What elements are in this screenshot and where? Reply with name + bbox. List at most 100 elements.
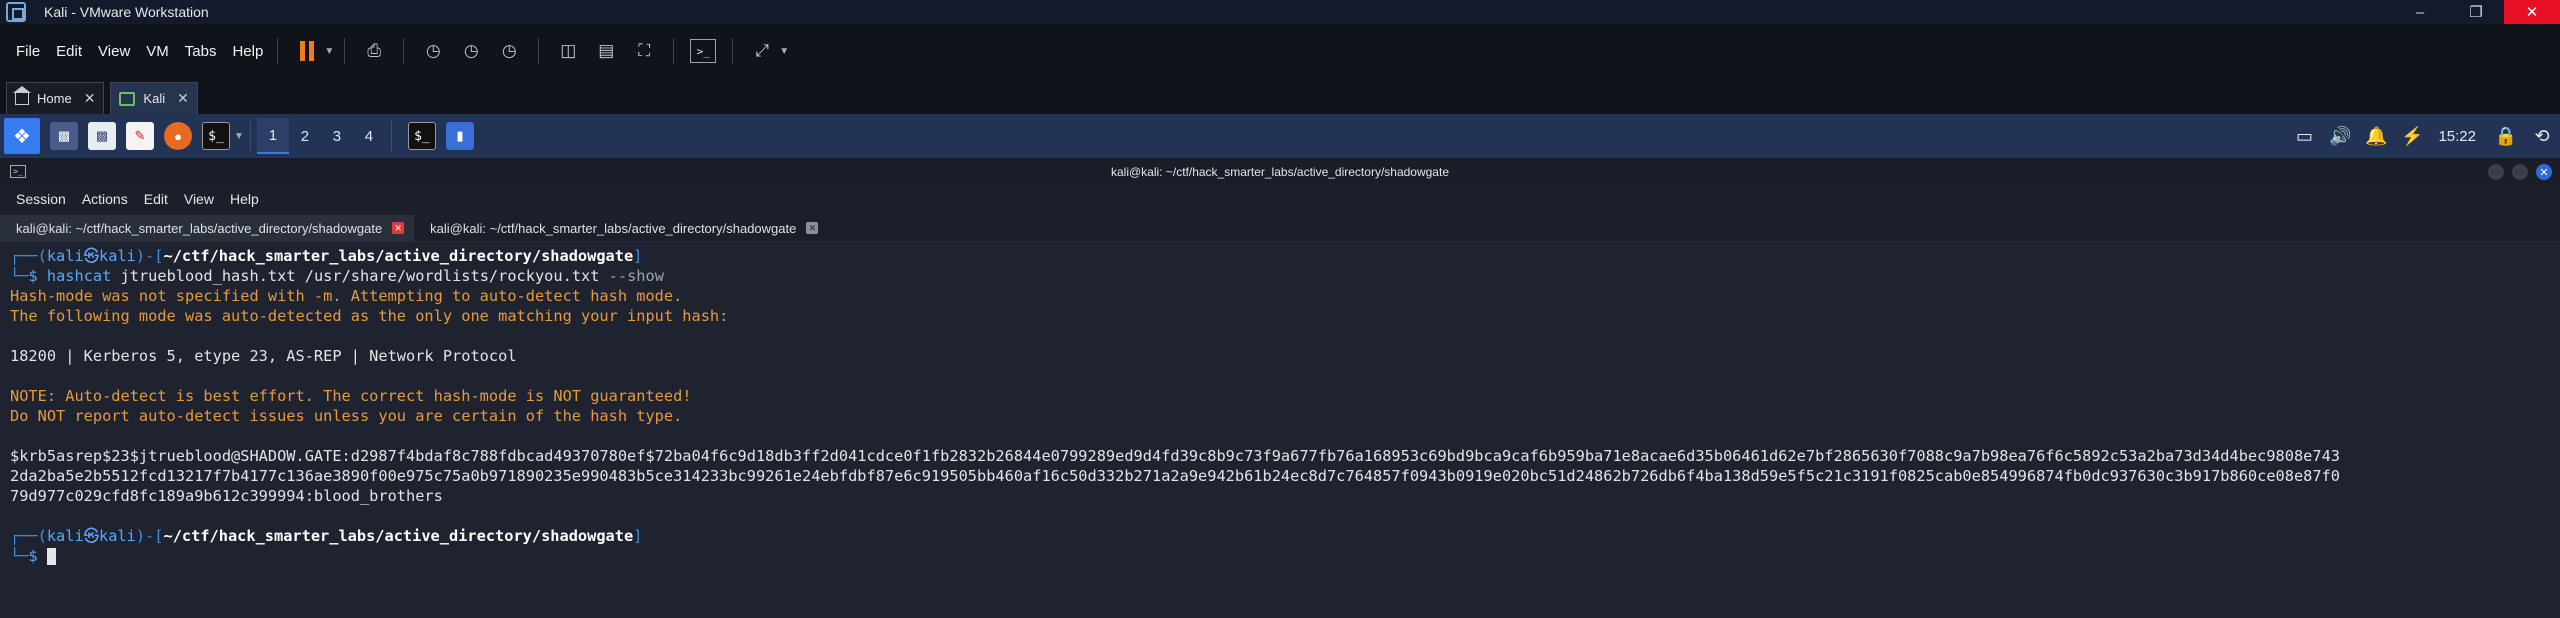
menu-vm[interactable]: VM: [146, 41, 169, 62]
kali-panel: ❖ ▩ ▩ ✎ ● $_ ▼ 1 2 3 4 $_ ▮ ▭ 🔊 🔔 ⚡ 15:2…: [0, 114, 2560, 158]
firefox-icon[interactable]: ●: [164, 122, 192, 150]
workspace-1[interactable]: 1: [256, 118, 289, 154]
menu-file[interactable]: File: [16, 41, 40, 62]
terminal-minimize-button[interactable]: [2488, 164, 2504, 180]
full-screen-icon[interactable]: ⛶: [631, 38, 657, 64]
vm-icon: [119, 91, 136, 106]
taskbar-folder-icon[interactable]: ▮: [445, 122, 474, 150]
output-cracked-hash-2: 2da2ba5e2b5512fcd13217f7b4177c136ae3890f…: [10, 467, 2341, 485]
terminal-tabs: kali@kali: ~/ctf/hack_smarter_labs/activ…: [0, 212, 2560, 242]
menu-session[interactable]: Session: [16, 191, 66, 207]
workspace-2[interactable]: 2: [289, 118, 321, 154]
taskbar-terminal-icon[interactable]: $_: [407, 122, 436, 150]
minimize-button[interactable]: –: [2392, 0, 2448, 24]
menu-help[interactable]: Help: [232, 41, 263, 62]
input-line[interactable]: └─$: [10, 546, 2560, 566]
restore-button[interactable]: ❐: [2448, 0, 2504, 24]
terminal-maximize-button[interactable]: [2512, 164, 2528, 180]
panel-separator: [249, 121, 251, 151]
terminal-window-controls: ✕: [2488, 164, 2552, 180]
tab-home-label: Home: [37, 91, 72, 106]
output-hash-mode: 18200 | Kerberos 5, etype 23, AS-REP | N…: [10, 347, 517, 365]
terminal-tab-2-label: kali@kali: ~/ctf/hack_smarter_labs/activ…: [430, 220, 797, 236]
show-library-icon[interactable]: ◫: [555, 38, 581, 64]
toolbar-separator: [277, 38, 279, 64]
volume-icon[interactable]: 🔊: [2322, 126, 2358, 147]
workspace-3[interactable]: 3: [321, 118, 353, 154]
terminal-output[interactable]: ┌──(kali㉿kali)-[~/ctf/hack_smarter_labs/…: [0, 242, 2560, 618]
terminal-launcher-dropdown-icon[interactable]: ▼: [234, 131, 244, 142]
file-manager-icon[interactable]: ▩: [88, 122, 116, 150]
vmware-tabs: Home ✕ Kali ✕: [0, 78, 2560, 114]
menu-actions[interactable]: Actions: [82, 191, 128, 207]
terminal-window-icon: >_: [10, 165, 26, 178]
kali-menu-icon[interactable]: ❖: [4, 118, 40, 154]
prompt-top-line-2: ┌──(kali㉿kali)-[~/ctf/hack_smarter_labs/…: [10, 527, 643, 545]
lock-icon[interactable]: 🔒: [2488, 126, 2524, 147]
close-button[interactable]: ✕: [2504, 0, 2560, 24]
pause-icon[interactable]: [294, 38, 320, 64]
show-desktop-icon[interactable]: ▩: [50, 122, 78, 150]
command-line: └─$ hashcat jtrueblood_hash.txt /usr/sha…: [10, 267, 664, 285]
terminal-titlebar: >_ kali@kali: ~/ctf/hack_smarter_labs/ac…: [0, 158, 2560, 186]
send-ctrl-alt-del-icon[interactable]: ⎙: [361, 38, 387, 64]
menu-help[interactable]: Help: [230, 191, 259, 207]
revert-snapshot-icon[interactable]: ◷: [458, 38, 484, 64]
terminal-menubar: Session Actions Edit View Help: [0, 186, 2560, 212]
terminal-tab-2-close-icon[interactable]: ✕: [806, 222, 819, 234]
snapshot-icon[interactable]: ◷: [420, 38, 446, 64]
text-cursor: [46, 548, 56, 565]
prompt-top-line: ┌──(kali㉿kali)-[~/ctf/hack_smarter_labs/…: [10, 247, 643, 265]
output-cracked-hash-1: $krb5asrep$23$jtrueblood@SHADOW.GATE:d29…: [10, 447, 2341, 465]
toolbar-separator: [673, 38, 675, 64]
toolbar-separator: [403, 38, 405, 64]
window-title: Kali - VMware Workstation: [44, 4, 209, 20]
menu-view[interactable]: View: [98, 41, 130, 62]
menu-edit[interactable]: Edit: [144, 191, 168, 207]
terminal-tab-1[interactable]: kali@kali: ~/ctf/hack_smarter_labs/activ…: [0, 215, 415, 241]
vmware-menubar: File Edit View VM Tabs Help ▼ ⎙ ◷ ◷ ◷ ◫ …: [0, 24, 2560, 78]
menu-tabs[interactable]: Tabs: [185, 41, 217, 62]
toolbar-separator: [538, 38, 540, 64]
tab-kali[interactable]: Kali ✕: [110, 82, 198, 114]
stretch-dropdown-icon[interactable]: ▼: [779, 46, 789, 57]
output-cracked-hash-3: 79d977c029cfd8fc189a9b612c399994:blood_b…: [10, 487, 443, 505]
terminal-launcher-icon[interactable]: $_: [202, 122, 230, 150]
thumbnail-bar-icon[interactable]: ▤: [593, 38, 619, 64]
output-warning-1: Hash-mode was not specified with -m. Att…: [10, 287, 683, 305]
panel-separator: [390, 121, 392, 151]
menu-edit[interactable]: Edit: [56, 41, 82, 62]
terminal-tab-1-close-icon[interactable]: ✕: [392, 222, 405, 234]
snapshot-manager-icon[interactable]: ◷: [496, 38, 522, 64]
workspace-4[interactable]: 4: [353, 118, 385, 154]
terminal-window-title: kali@kali: ~/ctf/hack_smarter_labs/activ…: [1110, 165, 1449, 179]
output-note-2: Do NOT report auto-detect issues unless …: [10, 407, 683, 425]
toolbar-separator: [732, 38, 734, 64]
tab-home[interactable]: Home ✕: [6, 82, 105, 114]
terminal-tab-1-label: kali@kali: ~/ctf/hack_smarter_labs/activ…: [16, 220, 383, 236]
tab-kali-close-icon[interactable]: ✕: [177, 90, 189, 107]
stretch-guest-icon[interactable]: ⤢: [749, 38, 775, 64]
vmware-logo-icon: [6, 2, 26, 22]
notifications-icon[interactable]: 🔔: [2358, 126, 2394, 147]
output-warning-2: The following mode was auto-detected as …: [10, 307, 729, 325]
pause-dropdown-icon[interactable]: ▼: [324, 46, 334, 57]
home-icon: [13, 85, 31, 105]
terminal-tab-2[interactable]: kali@kali: ~/ctf/hack_smarter_labs/activ…: [414, 215, 828, 241]
tab-home-close-icon[interactable]: ✕: [84, 90, 96, 107]
display-icon[interactable]: ▭: [2286, 126, 2322, 147]
panel-tray: ▭ 🔊 🔔 ⚡ 15:22 🔒 ⟲: [2286, 114, 2560, 158]
toolbar-separator: [344, 38, 346, 64]
clock[interactable]: 15:22: [2438, 128, 2476, 145]
text-editor-icon[interactable]: ✎: [126, 122, 154, 150]
power-manager-icon[interactable]: ⚡: [2394, 126, 2430, 147]
output-note-1: NOTE: Auto-detect is best effort. The co…: [10, 387, 692, 405]
menu-view[interactable]: View: [184, 191, 214, 207]
terminal-close-button[interactable]: ✕: [2536, 164, 2552, 180]
logout-icon[interactable]: ⟲: [2524, 126, 2560, 147]
console-view-icon[interactable]: >_: [690, 38, 717, 64]
